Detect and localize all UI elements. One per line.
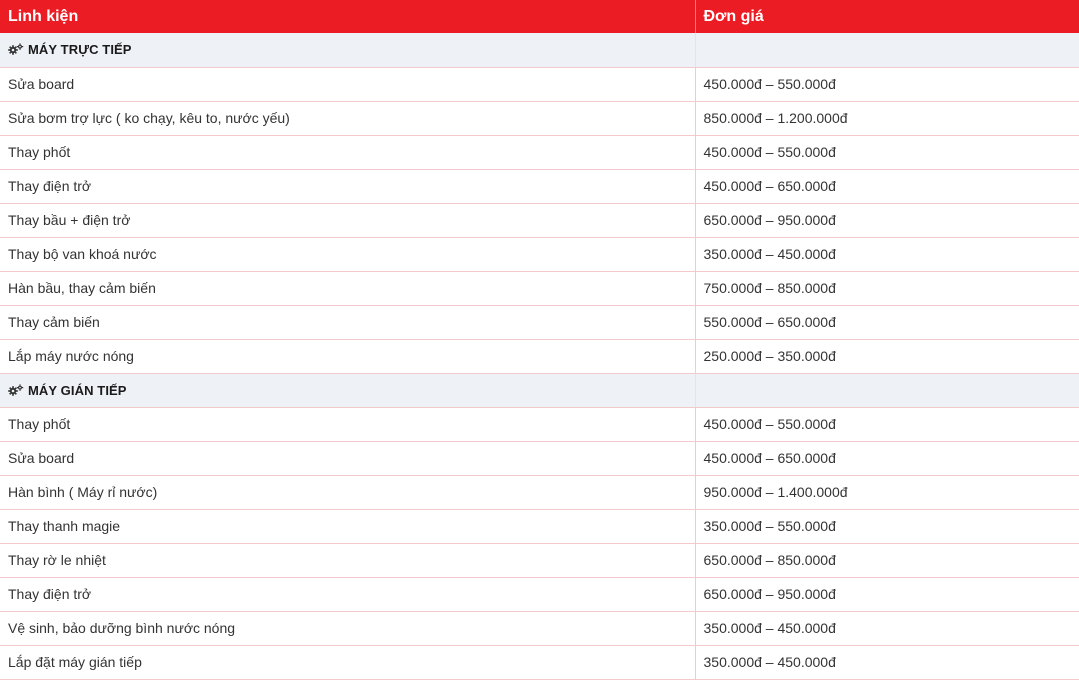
- price-cell: 250.000đ – 350.000đ: [695, 339, 1079, 374]
- item-cell: Hàn bầu, thay cảm biến: [0, 271, 696, 306]
- item-cell: Thay điện trở: [0, 169, 696, 204]
- table-row: Lắp đặt máy gián tiếp 350.000đ – 450.000…: [0, 645, 1079, 680]
- price-cell: 650.000đ – 950.000đ: [695, 577, 1079, 612]
- table-row: Sửa bơm trợ lực ( ko chạy, kêu to, nước …: [0, 101, 1079, 136]
- item-cell: Lắp đặt máy gián tiếp: [0, 645, 696, 680]
- section-row: MÁY GIÁN TIẾP: [0, 373, 1079, 408]
- price-cell: 450.000đ – 550.000đ: [695, 67, 1079, 102]
- price-cell: 350.000đ – 450.000đ: [695, 237, 1079, 272]
- price-cell: 950.000đ – 1.400.000đ: [695, 475, 1079, 510]
- price-cell: 450.000đ – 550.000đ: [695, 135, 1079, 170]
- item-cell: Thay rờ le nhiệt: [0, 543, 696, 578]
- item-cell: Sửa bơm trợ lực ( ko chạy, kêu to, nước …: [0, 101, 696, 136]
- table-row: Vệ sinh, bảo dưỡng bình nước nóng 350.00…: [0, 611, 1079, 646]
- item-cell: Hàn bình ( Máy rỉ nước): [0, 475, 696, 510]
- item-cell: Sửa board: [0, 441, 696, 476]
- header-price: Đơn giá: [695, 0, 1079, 33]
- price-cell: 650.000đ – 950.000đ: [695, 203, 1079, 238]
- item-cell: Thay phốt: [0, 407, 696, 442]
- table-row: Sửa board 450.000đ – 550.000đ: [0, 67, 1079, 102]
- price-cell: 650.000đ – 850.000đ: [695, 543, 1079, 578]
- section-row: MÁY TRỰC TIẾP: [0, 33, 1079, 68]
- section-price-cell: [695, 373, 1079, 408]
- price-cell: 750.000đ – 850.000đ: [695, 271, 1079, 306]
- table-row: Thay phốt 450.000đ – 550.000đ: [0, 407, 1079, 442]
- table-row: Thay bộ van khoá nước 350.000đ – 450.000…: [0, 237, 1079, 272]
- table-row: Thay cảm biến 550.000đ – 650.000đ: [0, 305, 1079, 340]
- table-row: Thay rờ le nhiệt 650.000đ – 850.000đ: [0, 543, 1079, 578]
- price-cell: 450.000đ – 550.000đ: [695, 407, 1079, 442]
- item-cell: Lắp máy nước nóng: [0, 339, 696, 374]
- header-row: Linh kiện Đơn giá: [0, 0, 1079, 33]
- table-row: Hàn bình ( Máy rỉ nước) 950.000đ – 1.400…: [0, 475, 1079, 510]
- table-header: Linh kiện Đơn giá: [0, 0, 1079, 33]
- item-cell: Thay bầu + điện trở: [0, 203, 696, 238]
- item-cell: Thay phốt: [0, 135, 696, 170]
- section-title: MÁY GIÁN TIẾP: [28, 382, 127, 398]
- price-cell: 550.000đ – 650.000đ: [695, 305, 1079, 340]
- table-row: Thay bầu + điện trở 650.000đ – 950.000đ: [0, 203, 1079, 238]
- section-title: MÁY TRỰC TIẾP: [28, 42, 132, 58]
- item-cell: Sửa board: [0, 67, 696, 102]
- price-table: Linh kiện Đơn giá MÁY TRỰC TIẾP Sửa boar…: [0, 0, 1079, 680]
- header-item: Linh kiện: [0, 0, 696, 33]
- price-cell: 450.000đ – 650.000đ: [695, 441, 1079, 476]
- price-cell: 350.000đ – 550.000đ: [695, 509, 1079, 544]
- price-cell: 450.000đ – 650.000đ: [695, 169, 1079, 204]
- price-cell: 350.000đ – 450.000đ: [695, 645, 1079, 680]
- section-price-cell: [695, 33, 1079, 68]
- table-row: Hàn bầu, thay cảm biến 750.000đ – 850.00…: [0, 271, 1079, 306]
- gears-icon: [8, 43, 24, 56]
- table-body: MÁY TRỰC TIẾP Sửa board 450.000đ – 550.0…: [0, 33, 1079, 680]
- table-row: Thay phốt 450.000đ – 550.000đ: [0, 135, 1079, 170]
- item-cell: Thay bộ van khoá nước: [0, 237, 696, 272]
- price-cell: 350.000đ – 450.000đ: [695, 611, 1079, 646]
- gears-icon: [8, 383, 24, 396]
- table-row: Sửa board 450.000đ – 650.000đ: [0, 441, 1079, 476]
- table-row: Thay điện trở 450.000đ – 650.000đ: [0, 169, 1079, 204]
- item-cell: Thay cảm biến: [0, 305, 696, 340]
- table-row: Lắp máy nước nóng 250.000đ – 350.000đ: [0, 339, 1079, 374]
- item-cell: Thay thanh magie: [0, 509, 696, 544]
- item-cell: Thay điện trở: [0, 577, 696, 612]
- item-cell: Vệ sinh, bảo dưỡng bình nước nóng: [0, 611, 696, 646]
- section-cell: MÁY GIÁN TIẾP: [0, 373, 696, 408]
- table-row: Thay thanh magie 350.000đ – 550.000đ: [0, 509, 1079, 544]
- table-row: Thay điện trở 650.000đ – 950.000đ: [0, 577, 1079, 612]
- section-cell: MÁY TRỰC TIẾP: [0, 33, 696, 68]
- price-cell: 850.000đ – 1.200.000đ: [695, 101, 1079, 136]
